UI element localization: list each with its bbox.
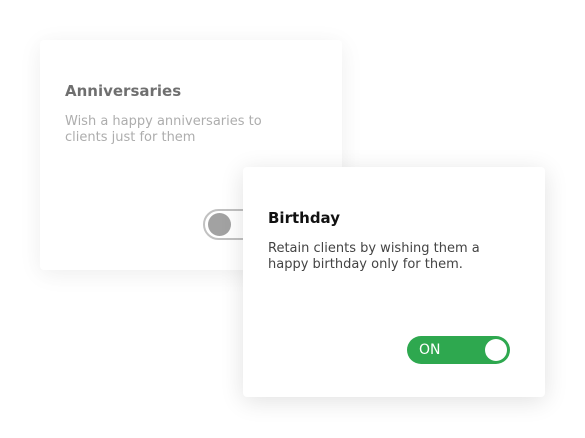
card-description: Retain clients by wishing them a happy b… <box>268 241 480 272</box>
toggle-knob <box>208 213 231 236</box>
birthday-card: Birthday Retain clients by wishing them … <box>243 167 545 397</box>
card-title: Anniversaries <box>65 82 182 100</box>
toggle-knob <box>485 339 507 361</box>
birthday-toggle[interactable]: ON <box>407 336 510 364</box>
toggle-label: ON <box>419 342 441 358</box>
card-title: Birthday <box>268 209 340 227</box>
card-description: Wish a happy anniversaries to clients ju… <box>65 114 262 145</box>
